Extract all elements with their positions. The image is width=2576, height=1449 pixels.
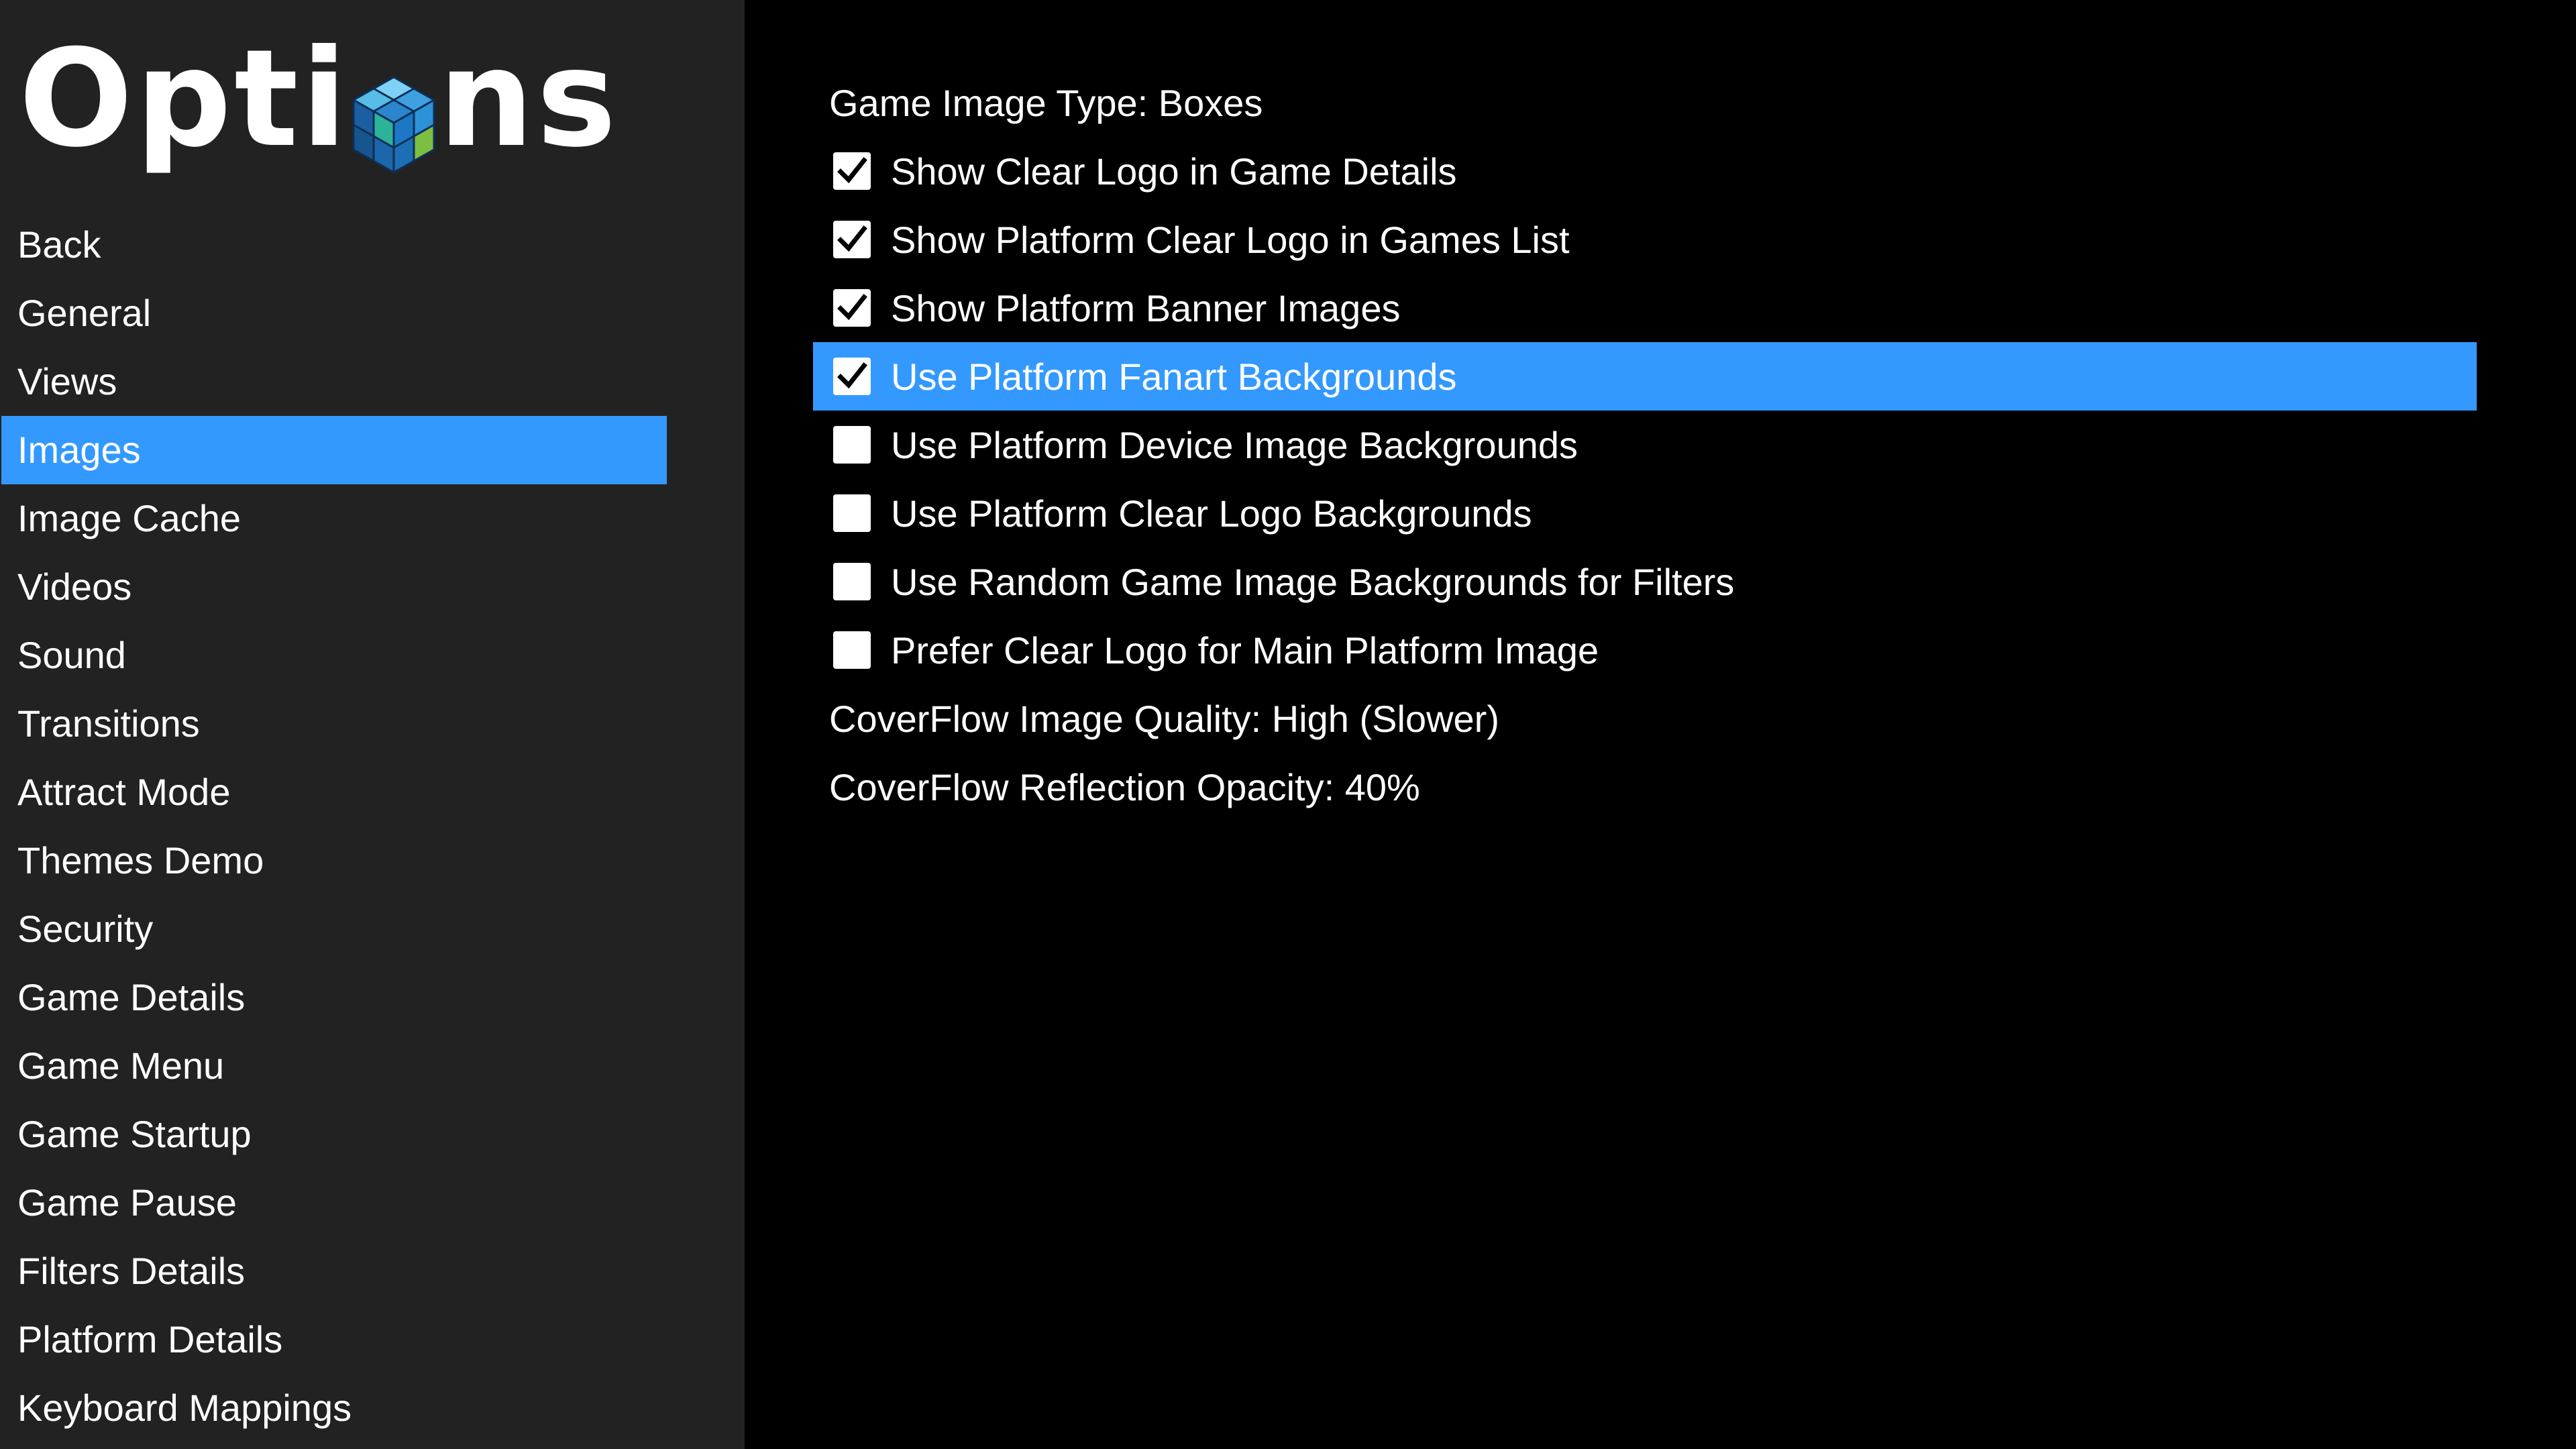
option-use-platform-device-image-backgrounds[interactable]: Use Platform Device Image Backgrounds [829, 411, 2576, 479]
sidebar-item-game-startup[interactable]: Game Startup [0, 1100, 667, 1169]
checkbox-checked-icon[interactable] [833, 358, 871, 395]
option-use-platform-clear-logo-backgrounds[interactable]: Use Platform Clear Logo Backgrounds [829, 479, 2576, 547]
sidebar-item-general[interactable]: General [0, 279, 667, 347]
sidebar-item-security[interactable]: Security [0, 895, 667, 963]
checkbox-checked-icon[interactable] [833, 221, 871, 258]
page-title-right: ns [438, 21, 619, 177]
sidebar-item-back[interactable]: Back [0, 211, 667, 279]
sidebar-item-filters-details[interactable]: Filters Details [0, 1237, 667, 1305]
option-use-platform-fanart-backgrounds[interactable]: Use Platform Fanart Backgrounds [813, 342, 2477, 411]
option-coverflow-image-quality-high-slower[interactable]: CoverFlow Image Quality: High (Slower) [829, 684, 2576, 753]
option-prefer-clear-logo-for-main-platform-image[interactable]: Prefer Clear Logo for Main Platform Imag… [829, 616, 2576, 684]
option-game-image-type-boxes[interactable]: Game Image Type: Boxes [829, 68, 2576, 137]
checkbox-unchecked-icon[interactable] [833, 426, 871, 464]
sidebar-item-game-menu[interactable]: Game Menu [0, 1032, 667, 1100]
option-label: Use Random Game Image Backgrounds for Fi… [891, 560, 1735, 603]
options-list: Game Image Type: Boxes Show Clear Logo in… [813, 68, 2576, 821]
checkbox-checked-icon[interactable] [833, 289, 871, 327]
sidebar-item-videos[interactable]: Videos [0, 553, 667, 621]
checkbox-unchecked-icon[interactable] [833, 563, 871, 600]
main-panel: Game Image Type: Boxes Show Clear Logo in… [745, 0, 2576, 1449]
option-label: CoverFlow Image Quality: High (Slower) [829, 697, 1499, 740]
page-title-left: Opti [19, 21, 350, 177]
option-label: CoverFlow Reflection Opacity: 40% [829, 765, 1420, 808]
option-show-platform-clear-logo-in-games-list[interactable]: Show Platform Clear Logo in Games List [829, 205, 2576, 274]
checkbox-checked-icon[interactable] [833, 152, 871, 190]
sidebar-item-transitions[interactable]: Transitions [0, 690, 667, 758]
sidebar-item-game-pause[interactable]: Game Pause [0, 1169, 667, 1237]
checkbox-unchecked-icon[interactable] [833, 631, 871, 669]
option-use-random-game-image-backgrounds-for-filters[interactable]: Use Random Game Image Backgrounds for Fi… [829, 547, 2576, 616]
checkbox-unchecked-icon[interactable] [833, 494, 871, 532]
sidebar: Opti ns Back General Views Images Image … [0, 0, 745, 1449]
cube-logo-icon [351, 62, 437, 174]
option-label: Show Platform Banner Images [891, 286, 1401, 329]
page-title: Opti ns [19, 19, 619, 180]
option-coverflow-reflection-opacity-40[interactable]: CoverFlow Reflection Opacity: 40% [829, 753, 2576, 821]
sidebar-item-images[interactable]: Images [1, 416, 667, 484]
option-label: Use Platform Fanart Backgrounds [891, 355, 1457, 398]
option-label: Use Platform Device Image Backgrounds [891, 423, 1578, 466]
sidebar-item-image-cache[interactable]: Image Cache [0, 484, 667, 553]
sidebar-item-game-details[interactable]: Game Details [0, 963, 667, 1032]
option-label: Prefer Clear Logo for Main Platform Imag… [891, 629, 1599, 672]
options-screen: Opti ns Back General Views Images Image … [0, 0, 2576, 1449]
sidebar-item-views[interactable]: Views [0, 347, 667, 416]
sidebar-nav: Back General Views Images Image Cache Videos S… [0, 211, 745, 1442]
option-label: Show Clear Logo in Game Details [891, 150, 1457, 193]
sidebar-item-keyboard-mappings[interactable]: Keyboard Mappings [0, 1374, 667, 1442]
option-label: Show Platform Clear Logo in Games List [891, 218, 1570, 261]
sidebar-item-sound[interactable]: Sound [0, 621, 667, 690]
sidebar-item-themes-demo[interactable]: Themes Demo [0, 826, 667, 895]
sidebar-item-platform-details[interactable]: Platform Details [0, 1305, 667, 1374]
option-show-platform-banner-images[interactable]: Show Platform Banner Images [829, 274, 2576, 342]
option-show-clear-logo-in-game-details[interactable]: Show Clear Logo in Game Details [829, 137, 2576, 205]
option-label: Use Platform Clear Logo Backgrounds [891, 492, 1532, 535]
option-label: Game Image Type: Boxes [829, 81, 1263, 124]
sidebar-item-attract-mode[interactable]: Attract Mode [0, 758, 667, 826]
